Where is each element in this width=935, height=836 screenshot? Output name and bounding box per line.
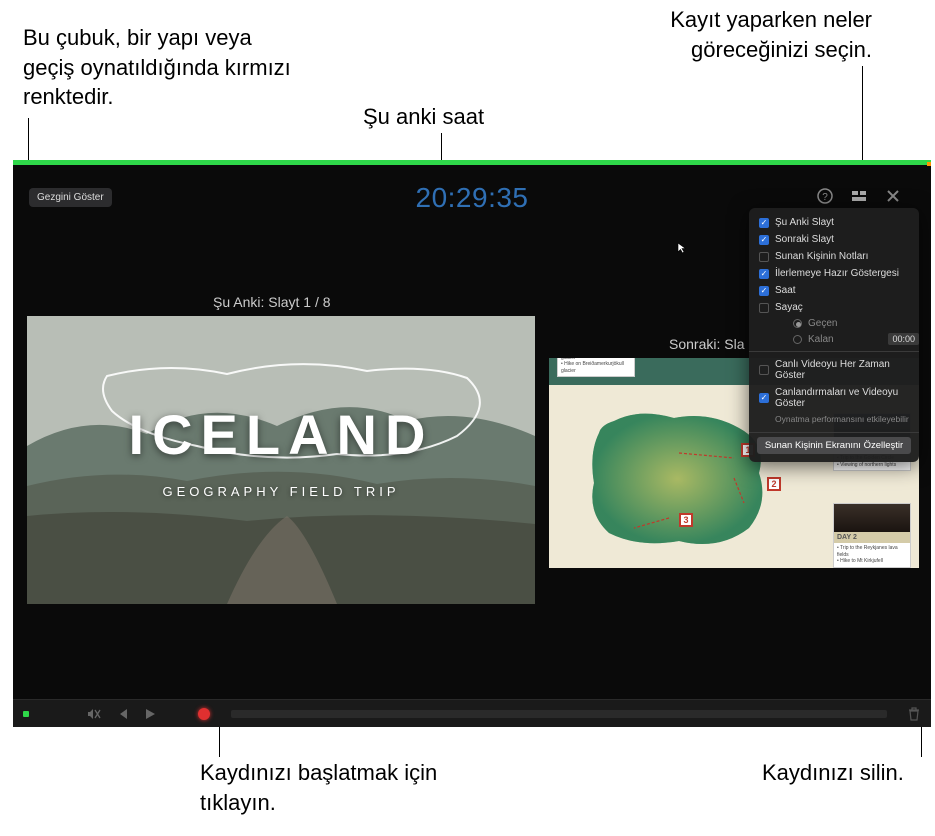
status-bar [13, 160, 931, 165]
next-slide-label: Sonraki: Sla [669, 336, 744, 352]
menu-current-slide[interactable]: Şu Anki Slayt [749, 214, 919, 231]
help-icon[interactable]: ? [817, 188, 833, 204]
menu-clock[interactable]: Saat [749, 282, 919, 299]
cursor-icon [677, 242, 689, 254]
menu-timer-remaining[interactable]: Kalan00:00 [749, 331, 919, 347]
close-icon[interactable] [885, 188, 901, 204]
menu-timer-elapsed[interactable]: Geçen [749, 316, 919, 331]
recording-toolbar [13, 699, 931, 727]
previous-icon[interactable] [115, 707, 129, 721]
slide-subtitle: GEOGRAPHY FIELD TRIP [162, 484, 399, 499]
show-navigator-button[interactable]: Gezgini Göster [29, 188, 112, 207]
callout-record: Kaydınızı başlatmak için tıklayın. [200, 758, 450, 817]
callout-menu: Kayıt yaparken neler göreceğinizi seçin. [552, 5, 872, 64]
callout-clock: Şu anki saat [363, 102, 484, 132]
day-2-card: DAY 2 • Trip to the Reykjanes lava field… [833, 503, 911, 568]
trash-icon[interactable] [907, 707, 921, 721]
clock-display: 20:29:35 [416, 182, 529, 214]
callout-delete: Kaydınızı silin. [762, 758, 904, 788]
menu-show-animations[interactable]: Canlandırmaları ve Videoyu Göster [749, 384, 919, 412]
menu-performance-note: Oynatma performansını etkileyebilir [749, 412, 919, 428]
day-marker-3: 3 [679, 513, 693, 527]
slide-title: ICELAND [129, 402, 434, 467]
timeline-scrubber[interactable] [231, 710, 887, 718]
menu-presenter-notes[interactable]: Sunan Kişinin Notları [749, 248, 919, 265]
layout-icon[interactable] [851, 188, 867, 204]
day-marker-2: 2 [767, 477, 781, 491]
display-options-menu: Şu Anki Slayt Sonraki Slayt Sunan Kişini… [749, 208, 919, 462]
status-indicator [927, 162, 931, 166]
menu-next-slide[interactable]: Sonraki Slayt [749, 231, 919, 248]
svg-text:?: ? [822, 192, 828, 203]
current-slide-label: Şu Anki: Slayt 1 / 8 [213, 294, 331, 310]
menu-timer[interactable]: Sayaç [749, 299, 919, 316]
mute-icon[interactable] [87, 707, 101, 721]
callout-bar: Bu çubuk, bir yapı veya geçiş oynatıldığ… [23, 23, 293, 112]
record-button[interactable] [197, 707, 211, 721]
day-3-card: DAY 3 • Trail across Sólheimajökull glac… [557, 358, 635, 377]
menu-always-show-video[interactable]: Canlı Videoyu Her Zaman Göster [749, 356, 919, 384]
map-shape [579, 403, 774, 553]
menu-ready-indicator[interactable]: İlerlemeye Hazır Göstergesi [749, 265, 919, 282]
presenter-window: Gezgini Göster 20:29:35 ? Şu Anki: Slayt… [13, 160, 931, 727]
audio-level-indicator [23, 711, 29, 717]
current-slide-preview: ICELAND GEOGRAPHY FIELD TRIP [27, 316, 535, 604]
callout-line [28, 118, 29, 164]
play-icon[interactable] [143, 707, 157, 721]
customize-display-button[interactable]: Sunan Kişinin Ekranını Özelleştir [757, 437, 911, 454]
